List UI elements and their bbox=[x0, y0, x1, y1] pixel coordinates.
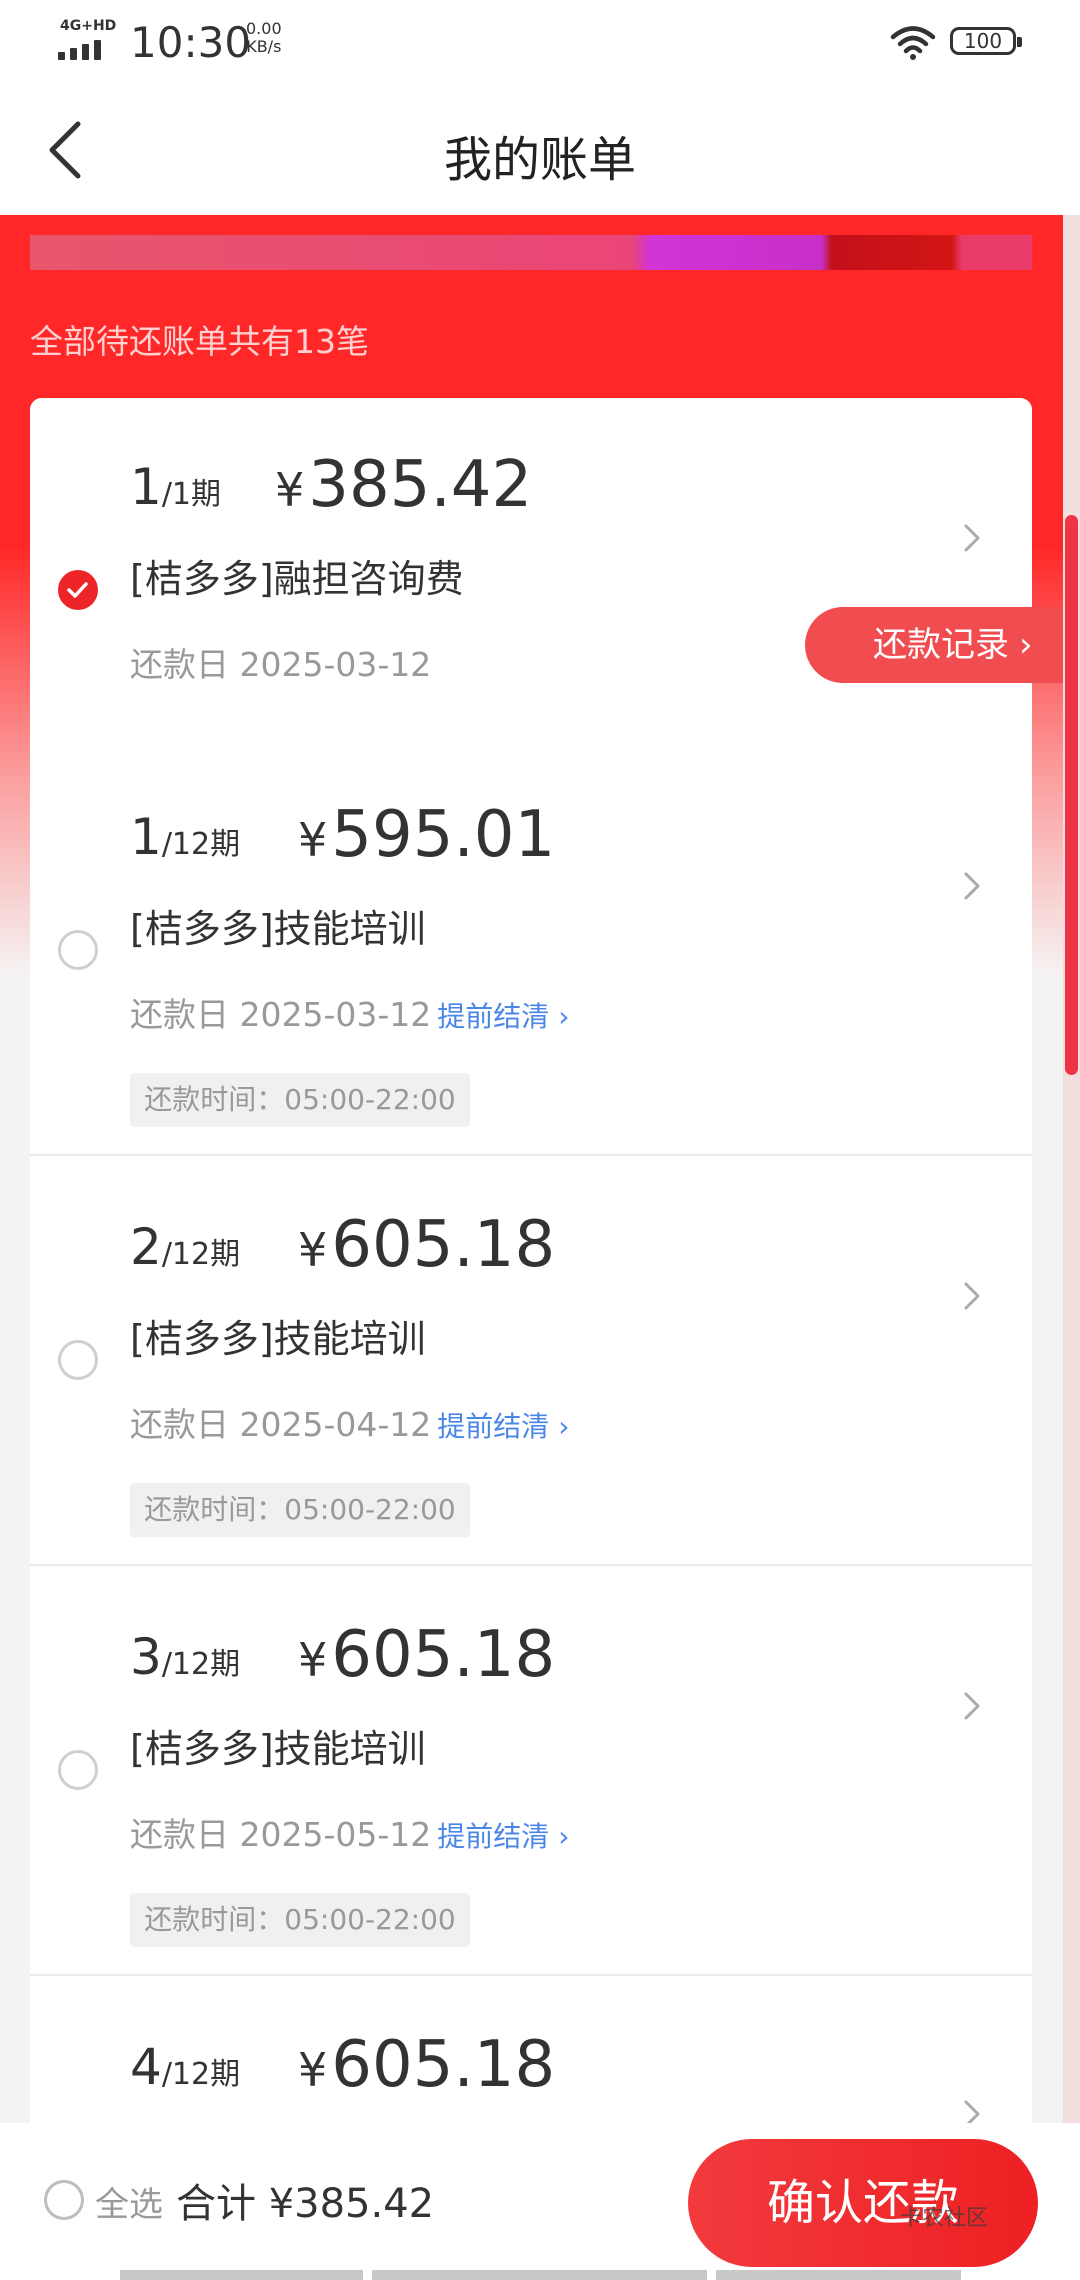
bill-count-summary: 全部待还账单共有13笔 bbox=[30, 322, 369, 361]
bottom-action-bar: 全选 合计 ¥385.42 确认还款 卡农社区 bbox=[0, 2123, 1080, 2280]
speed-value: 0.00 bbox=[246, 19, 282, 38]
early-payoff-link[interactable]: 提前结清 › bbox=[437, 1820, 569, 1853]
repayment-time-tag: 还款时间：05:00-22:00 bbox=[130, 1893, 470, 1947]
bill-card[interactable]: 2/12期 ¥605.18 [桔多多]技能培训 还款日 2025-04-12 提前… bbox=[30, 1158, 1032, 1566]
bill-period: 1/12期 bbox=[130, 808, 241, 866]
bill-card[interactable]: 1/1期 ¥385.42 [桔多多]融担咨询费 还款日 2025-03-12 bbox=[30, 398, 1032, 806]
promo-banner[interactable] bbox=[30, 235, 1032, 270]
bill-name: [桔多多]技能培训 bbox=[130, 907, 426, 951]
chevron-right-icon[interactable] bbox=[960, 520, 984, 556]
nav-bar: 我的账单 bbox=[0, 90, 1080, 215]
due-date: 还款日 2025-05-12 提前结清 › bbox=[130, 1815, 570, 1854]
home-indicator bbox=[716, 2270, 961, 2280]
bill-period: 3/12期 bbox=[130, 1628, 241, 1686]
battery-icon: 100 bbox=[950, 27, 1022, 55]
bill-page: 4G+HD 10:30 0.00 KB/s 100 我的账单 全部待还账单共有1… bbox=[0, 0, 1080, 2280]
bill-card[interactable]: 4/12期 ¥605.18 bbox=[30, 1978, 1032, 2123]
bill-checkbox[interactable] bbox=[58, 570, 98, 610]
scrollbar-track[interactable] bbox=[1063, 215, 1080, 2125]
home-indicator bbox=[120, 2270, 363, 2280]
network-type: 4G+HD bbox=[60, 18, 117, 34]
repayment-time-tag: 还款时间：05:00-22:00 bbox=[130, 1073, 470, 1127]
watermark: 卡农社区 bbox=[900, 2206, 989, 2231]
early-payoff-link[interactable]: 提前结清 › bbox=[437, 1000, 569, 1033]
network-speed: 0.00 KB/s bbox=[246, 20, 282, 56]
chevron-right-icon[interactable] bbox=[960, 1278, 984, 1314]
chevron-right-icon: › bbox=[1019, 625, 1033, 665]
bill-checkbox[interactable] bbox=[58, 1340, 98, 1380]
chevron-right-icon[interactable] bbox=[960, 1688, 984, 1724]
bill-amount: ¥605.18 bbox=[298, 2028, 556, 2102]
bill-period: 2/12期 bbox=[130, 1218, 241, 1276]
bill-name: [桔多多]技能培训 bbox=[130, 1727, 426, 1771]
status-time: 10:30 bbox=[130, 18, 252, 67]
chevron-right-icon[interactable] bbox=[960, 2096, 984, 2123]
status-bar: 4G+HD 10:30 0.00 KB/s 100 bbox=[0, 0, 1080, 90]
page-title: 我的账单 bbox=[443, 132, 636, 188]
bill-card[interactable]: 3/12期 ¥605.18 [桔多多]技能培训 还款日 2025-05-12 提前… bbox=[30, 1568, 1032, 1976]
early-payoff-link[interactable]: 提前结清 › bbox=[437, 1410, 569, 1443]
repayment-time-tag: 还款时间：05:00-22:00 bbox=[130, 1483, 470, 1537]
due-date: 还款日 2025-03-12 bbox=[130, 645, 432, 684]
home-indicator bbox=[372, 2270, 707, 2280]
total-amount: 合计 ¥385.42 bbox=[176, 2181, 435, 2227]
bill-period: 4/12期 bbox=[130, 2038, 241, 2096]
speed-unit: KB/s bbox=[246, 37, 282, 56]
check-icon bbox=[67, 582, 88, 598]
scrollbar-thumb[interactable] bbox=[1065, 515, 1078, 1075]
repayment-record-button[interactable]: 还款记录 › bbox=[805, 607, 1080, 683]
chevron-right-icon[interactable] bbox=[960, 868, 984, 904]
due-date: 还款日 2025-03-12 提前结清 › bbox=[130, 995, 570, 1034]
bill-checkbox[interactable] bbox=[58, 930, 98, 970]
due-date: 还款日 2025-04-12 提前结清 › bbox=[130, 1405, 570, 1444]
select-all-label[interactable]: 全选 bbox=[95, 2177, 163, 2226]
wifi-icon bbox=[890, 26, 936, 60]
bill-checkbox[interactable] bbox=[58, 1750, 98, 1790]
bill-amount: ¥605.18 bbox=[298, 1208, 556, 1282]
bill-amount: ¥595.01 bbox=[298, 798, 556, 872]
bill-name: [桔多多]融担咨询费 bbox=[130, 557, 464, 601]
bill-name: [桔多多]技能培训 bbox=[130, 1317, 426, 1361]
bill-card[interactable]: 1/12期 ¥595.01 [桔多多]技能培训 还款日 2025-03-12 提前… bbox=[30, 748, 1032, 1156]
select-all-checkbox[interactable] bbox=[44, 2180, 84, 2220]
bill-amount: ¥385.42 bbox=[275, 448, 533, 522]
bill-amount: ¥605.18 bbox=[298, 1618, 556, 1692]
bill-period: 1/1期 bbox=[130, 458, 222, 516]
